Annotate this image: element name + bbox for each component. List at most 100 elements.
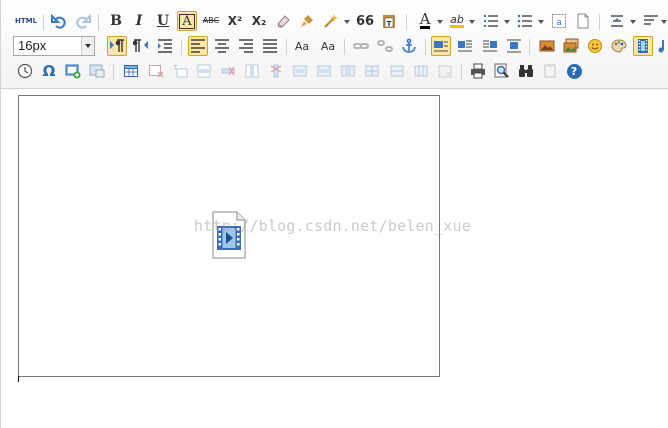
align-justify-icon (263, 39, 277, 53)
subscript-label: X₂ (251, 14, 267, 28)
unorderedlist-button[interactable] (515, 11, 535, 31)
source-label: HTML (14, 16, 38, 25)
chevron-down-icon[interactable] (81, 37, 94, 55)
fontborder-button[interactable]: A (177, 11, 197, 31)
insertframe-button[interactable] (63, 61, 83, 81)
mergeright-button[interactable] (314, 61, 334, 81)
splittocols-button[interactable] (411, 61, 431, 81)
undo-button[interactable] (49, 11, 69, 31)
justify-right-button[interactable] (236, 36, 256, 56)
splittorows-button[interactable] (387, 61, 407, 81)
directionality-rtl-button[interactable] (131, 36, 151, 56)
pasteplain-button[interactable]: T (379, 11, 399, 31)
unlink-button[interactable] (375, 36, 395, 56)
formatmatch-button[interactable] (297, 11, 317, 31)
justify-left-button[interactable] (188, 36, 208, 56)
blockquote-button[interactable]: 66 (355, 11, 375, 31)
separator (529, 39, 530, 55)
magnifier-icon (494, 63, 509, 78)
image-none-button[interactable] (431, 36, 451, 56)
deleterow-button[interactable] (218, 61, 238, 81)
delete-row-icon (221, 66, 235, 76)
underline-button[interactable]: U (153, 11, 173, 31)
toolbar-row-3: Ω T ? (1, 59, 668, 85)
editor-content-area[interactable]: http://blog.csdn.net/belen_xue (2, 89, 668, 428)
chevron-down-icon (344, 20, 350, 24)
source-button[interactable]: HTML (14, 11, 38, 31)
image-center-button[interactable] (504, 36, 524, 56)
superscript-button[interactable]: X² (225, 11, 245, 31)
rowspacing-button[interactable] (607, 11, 627, 31)
music-icon (658, 40, 664, 53)
insert-frame-icon (65, 64, 81, 79)
justify-center-button[interactable] (212, 36, 232, 56)
strikethrough-button[interactable]: ABC (201, 11, 221, 31)
preview-button[interactable] (492, 61, 512, 81)
italic-label: I (135, 13, 143, 29)
emotion-button[interactable] (585, 36, 605, 56)
paragraph-button[interactable] (641, 11, 661, 31)
strike-label: ABC (202, 16, 220, 25)
anchor-button[interactable] (399, 36, 419, 56)
charts-button[interactable] (435, 61, 455, 81)
drafts-button[interactable] (540, 61, 560, 81)
tolowercase-button[interactable]: Aa (318, 36, 338, 56)
bold-button[interactable]: B (106, 11, 126, 31)
scrawl-button[interactable] (609, 36, 629, 56)
removeformat-button[interactable] (273, 11, 293, 31)
splittocells-button[interactable] (362, 61, 382, 81)
mergedown-button[interactable] (338, 61, 358, 81)
split-cells-icon (365, 65, 379, 77)
help-button[interactable]: ? (564, 61, 584, 81)
image-left-button[interactable] (455, 36, 475, 56)
svg-text:T: T (387, 20, 392, 28)
split-columns-icon (414, 65, 428, 77)
image-icon (539, 40, 555, 52)
subscript-button[interactable]: X₂ (249, 11, 269, 31)
insert-column-icon (245, 64, 259, 78)
image-right-button[interactable] (480, 36, 500, 56)
delete-table-icon (149, 65, 164, 78)
mergecells-button[interactable] (290, 61, 310, 81)
forecolor-button[interactable]: A (415, 11, 435, 31)
insert-row-icon (197, 64, 211, 78)
searchreplace-button[interactable] (516, 61, 536, 81)
link-button[interactable] (351, 36, 371, 56)
spechars-button[interactable]: Ω (39, 61, 59, 81)
directionality-ltr-button[interactable] (107, 36, 127, 56)
deletecol-button[interactable] (266, 61, 286, 81)
cleardoc-button[interactable] (573, 11, 593, 31)
align-left-icon (191, 39, 205, 53)
insertrow-button[interactable] (194, 61, 214, 81)
music-button[interactable] (657, 36, 668, 56)
simpleupload-button[interactable] (537, 36, 557, 56)
chevron-down-icon (469, 20, 475, 24)
clock-icon (17, 63, 33, 79)
eraser-icon (277, 15, 290, 28)
redo-button[interactable] (73, 11, 93, 31)
inserttable-button[interactable] (121, 61, 141, 81)
chevron-down-icon (437, 20, 443, 24)
justify-full-button[interactable] (260, 36, 280, 56)
separator (181, 39, 182, 55)
autotypeset-button[interactable] (321, 11, 341, 31)
drafts-icon (544, 64, 556, 78)
orderedlist-button[interactable] (481, 11, 501, 31)
touppercase-button[interactable]: Aa (292, 36, 312, 56)
chevron-down-icon (661, 20, 667, 24)
italic-button[interactable]: I (129, 11, 149, 31)
fontsize-select[interactable]: 16px (13, 36, 95, 56)
selectall-button[interactable]: a (549, 11, 569, 31)
deletetable-button[interactable] (146, 61, 166, 81)
film-icon (638, 39, 648, 53)
insertcol-button[interactable] (242, 61, 262, 81)
backcolor-button[interactable]: ab (447, 11, 467, 31)
insertparagraphbeforetable-button[interactable]: T (170, 61, 190, 81)
print-button[interactable] (468, 61, 488, 81)
inserttime-button[interactable] (15, 61, 35, 81)
video-placeholder[interactable] (18, 95, 440, 377)
insertimage-button[interactable] (561, 36, 581, 56)
indent-button[interactable] (155, 36, 175, 56)
webapp-button[interactable] (87, 61, 107, 81)
insertvideo-button[interactable] (633, 36, 653, 56)
